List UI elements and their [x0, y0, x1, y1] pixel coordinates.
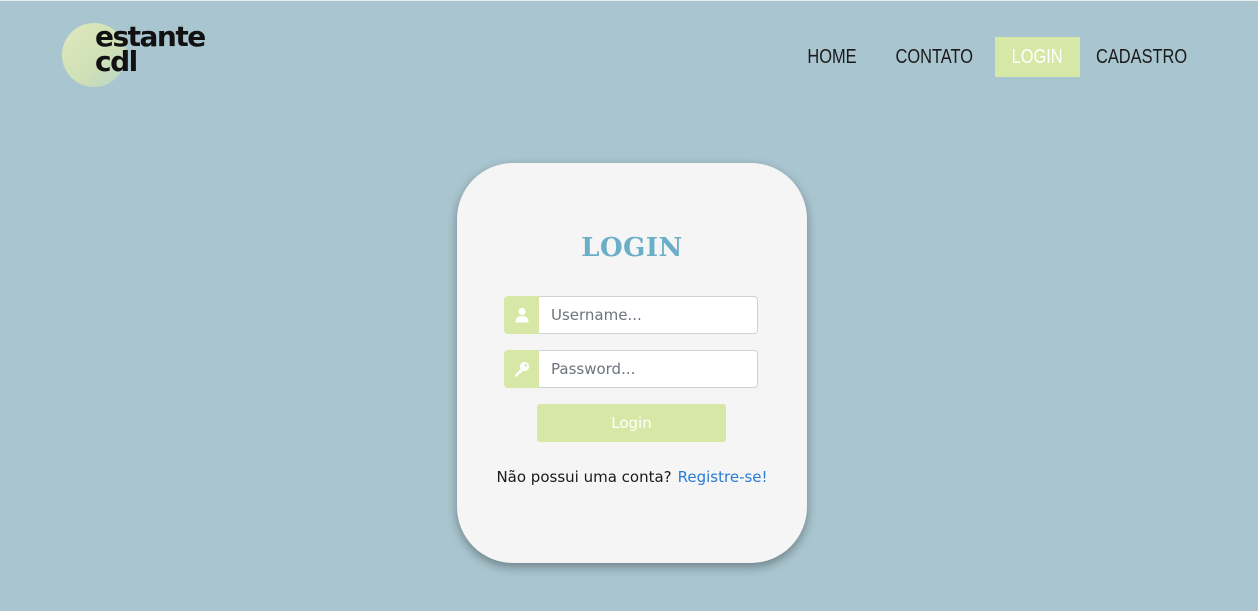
top-border — [0, 0, 1258, 1]
nav-contato-label: CONTATO — [895, 45, 974, 68]
nav-cadastro-label: CADASTRO — [1095, 45, 1188, 68]
login-card: LOGIN Login Não possui uma conta? Registr… — [457, 163, 807, 563]
password-input[interactable] — [539, 350, 758, 388]
register-link[interactable]: Registre-se! — [678, 468, 768, 486]
register-prompt: Não possui uma conta? Registre-se! — [457, 468, 807, 486]
key-icon — [504, 350, 539, 388]
logo[interactable]: estante cdl — [62, 22, 232, 90]
main-nav: HOME CONTATO LOGIN CADASTRO — [790, 37, 1203, 77]
username-input[interactable] — [539, 296, 758, 334]
nav-cadastro[interactable]: CADASTRO — [1080, 37, 1203, 77]
login-title: LOGIN — [581, 233, 683, 263]
logo-text: estante cdl — [95, 23, 206, 76]
register-prompt-text: Não possui uma conta? — [496, 468, 672, 486]
user-icon — [504, 296, 539, 334]
nav-login[interactable]: LOGIN — [995, 37, 1080, 77]
nav-home-label: HOME — [807, 45, 857, 68]
password-field — [504, 350, 758, 388]
nav-login-label: LOGIN — [1011, 45, 1064, 68]
nav-home[interactable]: HOME — [790, 37, 874, 77]
username-field — [504, 296, 758, 334]
login-button[interactable]: Login — [537, 404, 726, 442]
nav-contato[interactable]: CONTATO — [874, 37, 995, 77]
